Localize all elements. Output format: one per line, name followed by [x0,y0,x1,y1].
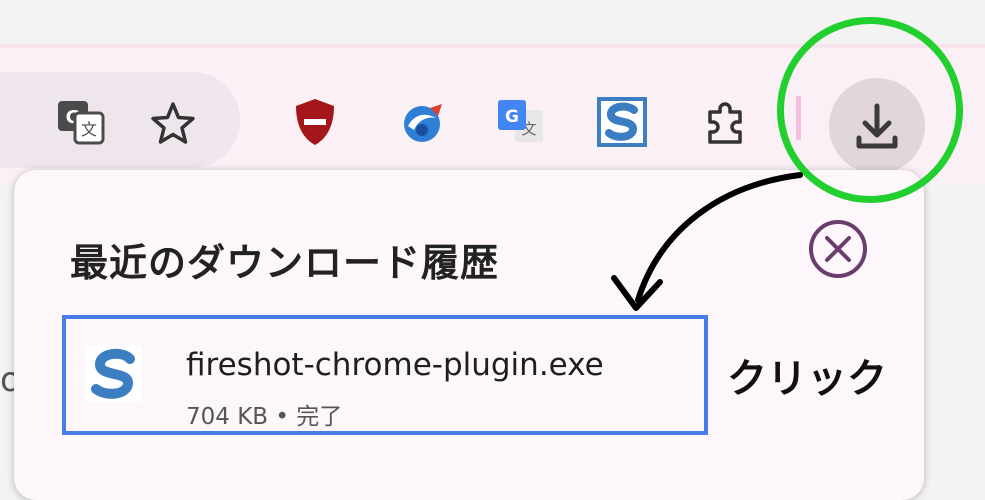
annotation-label: クリック [727,356,887,402]
annotation-arrow [611,172,803,311]
